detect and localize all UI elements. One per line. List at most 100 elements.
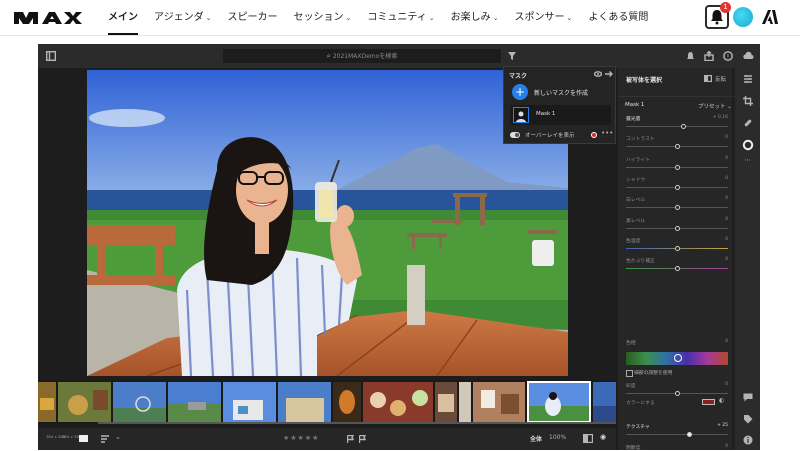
color-picker-knob[interactable] xyxy=(674,354,682,362)
nav-item[interactable]: メイン xyxy=(100,0,146,36)
invert-label[interactable]: 反転 xyxy=(715,75,726,83)
sort-icon[interactable] xyxy=(101,435,111,443)
nav-item[interactable]: アジェンダ ⌄ xyxy=(146,0,219,36)
filmstrip-thumbnail[interactable] xyxy=(113,382,166,422)
create-mask-label[interactable]: 新しいマスクを作成 xyxy=(534,88,588,97)
slider-label: 黒レベル xyxy=(626,218,646,224)
edit-sliders-icon[interactable] xyxy=(743,74,753,84)
overlay-toggle[interactable] xyxy=(510,132,520,138)
healing-brush-icon[interactable] xyxy=(743,118,753,128)
create-mask-button[interactable]: + xyxy=(512,84,528,100)
search-input[interactable]: ⌕ 2021MAXDemoを検索 xyxy=(223,49,501,63)
share-icon[interactable] xyxy=(704,51,714,61)
cloud-sync-icon[interactable] xyxy=(742,51,754,61)
notification-badge: 1 xyxy=(720,2,731,13)
slider-knob[interactable] xyxy=(674,144,680,150)
search-placeholder: 2021MAXDemoを検索 xyxy=(332,53,398,60)
chevron-down-icon: ⌄ xyxy=(566,14,573,22)
masking-icon[interactable] xyxy=(742,139,754,151)
slider-knob[interactable] xyxy=(674,225,680,231)
filmstrip-thumbnail[interactable] xyxy=(58,382,111,422)
filmstrip-thumbnail[interactable] xyxy=(459,382,471,422)
info-icon[interactable] xyxy=(743,435,753,445)
zoom-mode[interactable]: 全体 xyxy=(530,434,542,443)
notifications-button[interactable]: 1 xyxy=(705,2,731,29)
more-options-icon[interactable]: ••• xyxy=(601,129,613,137)
mask-list-item[interactable]: Mask 1 xyxy=(510,105,611,125)
filmstrip-thumbnail[interactable] xyxy=(168,382,221,422)
texture-slider[interactable] xyxy=(626,434,728,435)
nav-item[interactable]: セッション ⌄ xyxy=(285,0,359,36)
slider-track[interactable] xyxy=(626,126,728,127)
dropper-icon[interactable]: ◐ xyxy=(719,397,724,404)
help-icon[interactable]: ! xyxy=(723,51,733,61)
slider-knob[interactable] xyxy=(674,205,680,211)
mask-thumbnail xyxy=(513,107,529,123)
color-label: 色相 xyxy=(626,341,636,346)
texture-label: テクスチャ xyxy=(626,425,650,430)
saturation-slider-knob[interactable] xyxy=(674,391,680,396)
slider-knob[interactable] xyxy=(680,124,686,129)
filmstrip-scrollbar[interactable] xyxy=(98,422,616,424)
nav-item[interactable]: スポンサー ⌄ xyxy=(507,0,581,36)
nav-item-label: よくある質問 xyxy=(588,12,649,23)
reject-flag-icon[interactable] xyxy=(359,435,366,443)
nav-item-label: メイン xyxy=(108,12,138,23)
slider-knob[interactable] xyxy=(674,245,680,251)
filmstrip-thumbnail[interactable] xyxy=(435,382,457,422)
invert-icon[interactable] xyxy=(704,75,712,82)
nav-item[interactable]: お楽しみ ⌄ xyxy=(443,0,507,36)
filmstrip-thumbnail[interactable] xyxy=(333,382,361,422)
nav-item[interactable]: よくある質問 xyxy=(580,0,656,36)
nav-item-label: コミュニティ xyxy=(367,12,427,23)
filmstrip-thumbnail[interactable] xyxy=(223,382,276,422)
panel-scrollbar[interactable] xyxy=(732,68,734,450)
filmstrip-thumbnail[interactable] xyxy=(363,382,433,422)
notification-icon[interactable] xyxy=(686,51,695,61)
filmstrip-thumbnail[interactable] xyxy=(278,382,331,422)
slider-value: 0 xyxy=(725,155,728,161)
preset-dropdown[interactable]: プリセット ⌄ xyxy=(698,102,732,110)
filmstrip-thumbnail[interactable] xyxy=(473,382,525,422)
nav-item-label: スピーカー xyxy=(227,12,278,23)
main-photo[interactable] xyxy=(87,70,568,376)
slider-value: 0 xyxy=(725,236,728,242)
slider-knob[interactable] xyxy=(674,266,680,272)
compare-icon[interactable] xyxy=(583,434,593,443)
filmstrip-thumbnail[interactable] xyxy=(38,382,56,422)
view-toggle[interactable] xyxy=(79,435,88,442)
nav-item[interactable]: スピーカー xyxy=(219,0,285,36)
slider-value: 0 xyxy=(725,175,728,181)
overlay-color-swatch[interactable] xyxy=(591,132,597,138)
before-after-toggle[interactable]: ◉ xyxy=(600,433,606,441)
filmstrip-thumbnail-selected[interactable] xyxy=(527,381,591,423)
tag-icon[interactable] xyxy=(743,414,753,424)
adobe-logo[interactable] xyxy=(762,9,778,25)
collapse-arrow-icon[interactable] xyxy=(605,71,613,77)
panel-toggle-icon[interactable] xyxy=(46,51,56,61)
crop-icon[interactable] xyxy=(743,96,753,106)
mask-panel-title: マスク xyxy=(509,73,528,80)
eye-icon[interactable] xyxy=(594,71,602,77)
fine-adjust-checkbox[interactable] xyxy=(626,370,633,377)
tint-swatch[interactable] xyxy=(702,399,715,405)
star-rating[interactable]: ★★★★★ xyxy=(283,434,319,442)
slider-value: 0 xyxy=(725,196,728,202)
max-logo[interactable] xyxy=(14,11,82,25)
slider-label: シャドウ xyxy=(626,177,646,183)
avatar[interactable] xyxy=(733,7,753,27)
comments-icon[interactable] xyxy=(743,393,753,402)
texture-slider-knob[interactable] xyxy=(686,432,692,437)
zoom-value[interactable]: 100% xyxy=(549,434,566,441)
slider-knob[interactable] xyxy=(674,164,680,170)
nav-item[interactable]: コミュニティ ⌄ xyxy=(359,0,442,36)
nav-item-label: スポンサー xyxy=(514,12,565,23)
fine-adjust-label: 細部の調整を使用 xyxy=(634,371,673,376)
slider-knob[interactable] xyxy=(674,184,680,190)
slider-label: 露光量 xyxy=(626,117,641,122)
filter-icon[interactable] xyxy=(508,52,516,60)
more-tools-icon[interactable]: ⋯ xyxy=(744,156,751,164)
sort-chevron-icon[interactable]: ⌄ xyxy=(115,433,121,441)
filmstrip-thumbnail[interactable] xyxy=(593,382,616,422)
flag-icon[interactable] xyxy=(347,435,354,443)
